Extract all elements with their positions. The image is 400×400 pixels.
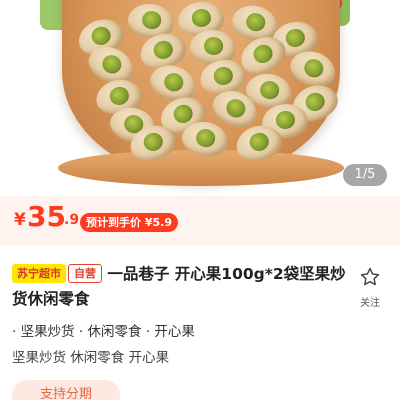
pistachio-kernel <box>99 52 125 77</box>
product-title: 苏宁超市 自营 一品巷子 开心果100g*2袋坚果炒货休闲零食 <box>12 262 352 312</box>
price-decimal: .9 <box>64 212 80 228</box>
price-integer: 35 <box>27 200 66 233</box>
self-operated-badge: 自营 <box>68 264 102 283</box>
store-badge: 苏宁超市 <box>12 264 66 283</box>
price-currency-symbol: ¥ <box>14 210 26 230</box>
pistachio-kernel <box>301 56 326 81</box>
product-title-block: 苏宁超市 自营 一品巷子 开心果100g*2袋坚果炒货休闲零食 <box>12 262 352 312</box>
pistachio-kernel <box>191 8 212 28</box>
pistachio-kernel <box>161 70 186 95</box>
image-counter: 1/5 <box>343 164 387 186</box>
follow-button[interactable]: 关注 <box>352 266 388 309</box>
pistachio-kernel <box>212 65 235 87</box>
pistachio-kernel <box>258 80 281 101</box>
pistachio-kernel <box>247 131 271 154</box>
pistachio-kernel <box>108 85 131 107</box>
pistachio-kernel <box>223 96 249 121</box>
pistachio-kernel <box>275 110 296 130</box>
product-image-gallery[interactable]: 1/5 <box>0 0 400 196</box>
pistachio-kernel <box>141 131 165 154</box>
pistachio-kernel <box>244 11 268 34</box>
pistachio-kernel <box>303 90 328 114</box>
pistachio-kernel <box>250 42 276 67</box>
estimated-price-badge[interactable]: 预计到手价 ¥5.9 <box>80 213 178 232</box>
keyword-tags: 坚果炒货 休闲零食 开心果 <box>12 350 170 366</box>
pistachio-kernel <box>284 27 307 49</box>
star-outline-icon <box>360 267 380 286</box>
pistachio-kernel <box>140 10 163 31</box>
pistachio-kernel <box>151 39 175 62</box>
installment-button[interactable]: 支持分期 <box>12 380 120 400</box>
follow-label: 关注 <box>360 298 380 309</box>
pistachio-kernel <box>89 24 114 48</box>
pistachio-kernel <box>203 36 224 56</box>
pistachio-kernel <box>171 102 196 126</box>
pistachio-kernel <box>194 128 217 149</box>
price-bar: ¥ 35 .9 预计到手价 ¥5.9 <box>0 196 400 246</box>
category-tags: · 坚果炒货 · 休闲零食 · 开心果 <box>12 324 195 340</box>
